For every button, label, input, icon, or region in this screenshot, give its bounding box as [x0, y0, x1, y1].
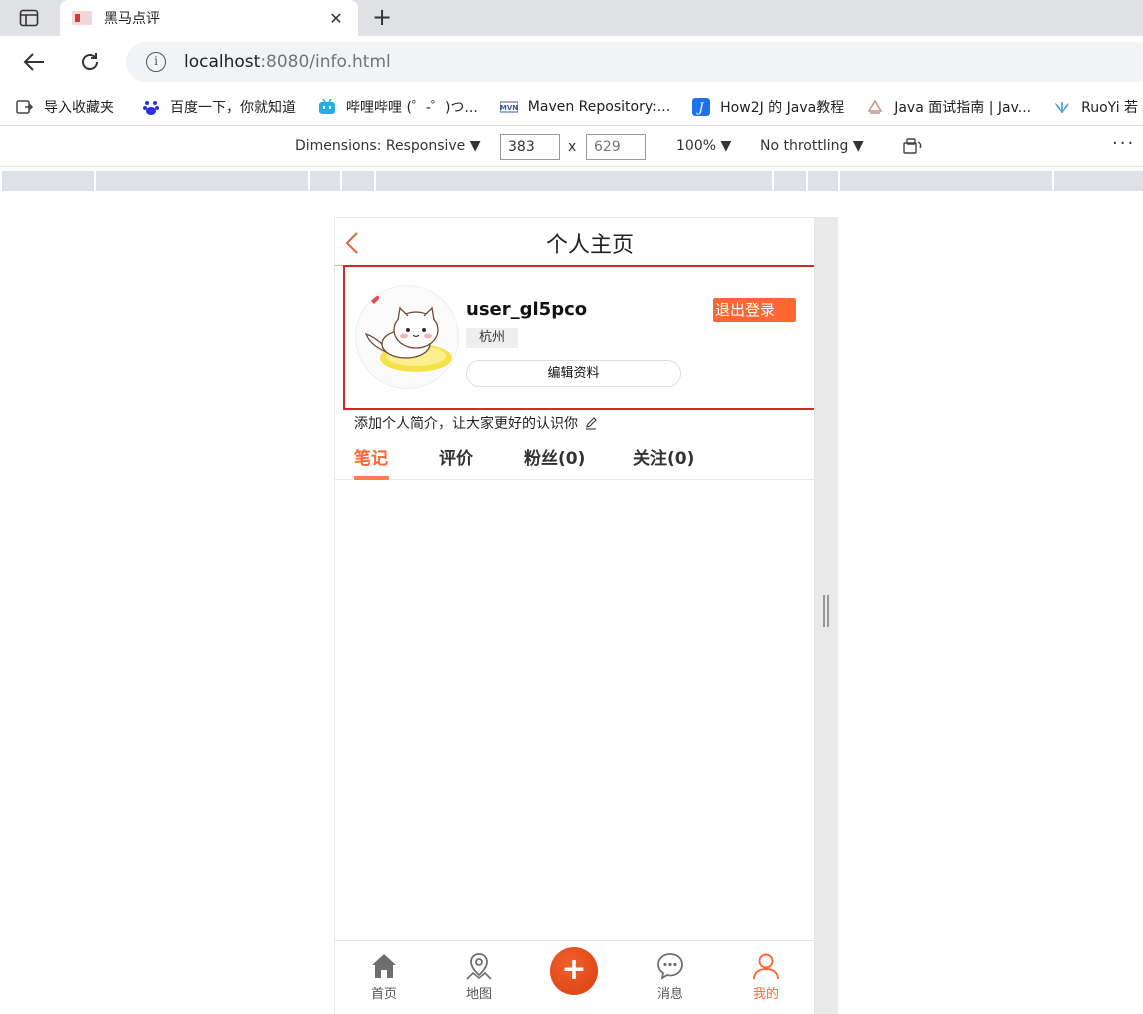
bilibili-icon	[319, 98, 335, 114]
logout-button[interactable]: 退出登录	[713, 298, 796, 322]
maven-icon: MVN	[499, 101, 518, 112]
resize-grip[interactable]	[823, 595, 829, 627]
device-toolbar: Dimensions: Responsive ▼ 383 x 629 100% …	[0, 127, 1143, 167]
home-icon	[372, 954, 396, 978]
bookmark-label: Java 面试指南 | Jav...	[894, 99, 1032, 116]
bookmark-ruoyi[interactable]: RuoYi 若	[1053, 97, 1138, 117]
browser-nav-bar: i localhost:8080/info.html	[0, 36, 1143, 88]
device-resize-handle[interactable]	[815, 217, 838, 1014]
bookmark-label: 哔哩哔哩 (゜-゜)つ...	[346, 99, 478, 116]
ruler-segment[interactable]	[376, 171, 772, 191]
browser-tab-bar: 黑马点评 ✕ +	[0, 0, 1143, 36]
nav-label: 首页	[370, 987, 397, 1002]
bookmark-javaguide[interactable]: Java 面试指南 | Jav...	[866, 97, 1031, 117]
device-height-input[interactable]: 629	[586, 134, 646, 160]
bookmark-label: 百度一下，你就知道	[170, 99, 296, 116]
ruoyi-icon	[1055, 101, 1070, 113]
bookmark-how2j[interactable]: J How2J 的 Java教程	[692, 97, 844, 117]
map-pin-icon	[466, 953, 492, 980]
ruler-segment[interactable]	[1054, 171, 1143, 191]
ruler-segment[interactable]	[774, 171, 806, 191]
more-options-icon[interactable]: ···	[1112, 133, 1135, 154]
page-header: 个人主页	[335, 218, 814, 266]
tab-actions-icon	[19, 9, 39, 27]
bio-prompt[interactable]: 添加个人简介，让大家更好的认识你	[354, 413, 598, 433]
nav-item-home[interactable]: 首页	[356, 951, 412, 1002]
device-viewport: 个人主页 user_gl5pco 杭州 编辑资料 退出登录 添加个人简介，让大家…	[334, 217, 815, 1014]
avatar[interactable]	[355, 285, 459, 389]
bookmark-maven[interactable]: MVN Maven Repository:...	[499, 98, 671, 116]
bookmark-label: How2J 的 Java教程	[720, 99, 845, 116]
chat-icon	[657, 953, 683, 980]
add-post-button[interactable]: +	[550, 947, 598, 995]
site-favicon-icon	[72, 11, 92, 25]
ruler-segment[interactable]	[2, 171, 94, 191]
arrow-left-icon	[23, 53, 44, 71]
url-path: :8080/info.html	[260, 52, 391, 72]
ruler-segment[interactable]	[310, 171, 340, 191]
ruler-segment[interactable]	[808, 171, 838, 191]
back-button[interactable]	[20, 48, 48, 76]
profile-card: user_gl5pco 杭州 编辑资料 退出登录	[343, 265, 814, 410]
javaguide-icon	[867, 99, 883, 114]
nav-item-mine[interactable]: 我的	[738, 951, 794, 1002]
tab-reviews[interactable]: 评价	[439, 444, 473, 469]
bookmark-label: RuoYi 若	[1081, 99, 1139, 116]
dimensions-dropdown[interactable]: Dimensions: Responsive ▼	[295, 138, 481, 154]
browser-tab[interactable]: 黑马点评 ✕	[60, 0, 358, 36]
tab-notes[interactable]: 笔记	[354, 444, 388, 469]
bookmark-label: Maven Repository:...	[527, 98, 671, 115]
site-info-icon[interactable]: i	[146, 52, 166, 72]
reload-button[interactable]	[76, 48, 104, 76]
edit-profile-button[interactable]: 编辑资料	[466, 360, 681, 387]
reload-icon	[82, 53, 98, 70]
address-bar[interactable]: i localhost:8080/info.html	[126, 42, 1143, 82]
pen-edit-icon[interactable]	[584, 416, 598, 430]
bookmark-import[interactable]: 导入收藏夹	[16, 97, 114, 117]
bottom-nav-bar: 首页 地图 + 消息 我的	[335, 940, 814, 1014]
username: user_gl5pco	[466, 299, 588, 320]
zoom-dropdown[interactable]: 100% ▼	[676, 138, 731, 154]
ruler-segment[interactable]	[96, 171, 308, 191]
ruler-segment[interactable]	[342, 171, 374, 191]
svg-text:MVN: MVN	[500, 104, 518, 112]
throttling-dropdown[interactable]: No throttling ▼	[760, 138, 864, 154]
page-title: 个人主页	[545, 233, 634, 258]
bookmark-baidu[interactable]: 百度一下，你就知道	[142, 97, 296, 117]
nav-item-map[interactable]: 地图	[451, 951, 507, 1002]
media-query-ruler	[0, 168, 1143, 192]
city-tag: 杭州	[466, 328, 519, 348]
bio-placeholder-text: 添加个人简介，让大家更好的认识你	[354, 416, 578, 432]
active-tab-indicator	[354, 476, 389, 480]
bookmark-label: 导入收藏夹	[44, 99, 114, 116]
nav-label: 消息	[656, 987, 683, 1002]
tab-close-icon[interactable]: ✕	[326, 9, 346, 28]
baidu-icon	[143, 100, 159, 115]
dimension-separator: x	[568, 139, 577, 155]
nav-label: 我的	[752, 987, 779, 1002]
rotate-device-icon[interactable]	[903, 137, 923, 155]
profile-tabs: 笔记 评价 粉丝(0) 关注(0)	[335, 440, 814, 480]
url-host: localhost	[184, 52, 261, 72]
tab-fans[interactable]: 粉丝(0)	[524, 444, 585, 469]
new-tab-button[interactable]: +	[368, 4, 396, 32]
nav-label: 地图	[465, 987, 492, 1002]
cat-avatar-icon	[364, 295, 452, 372]
nav-item-messages[interactable]: 消息	[642, 951, 698, 1002]
bookmark-bilibili[interactable]: 哔哩哔哩 (゜-゜)つ...	[318, 97, 478, 117]
ruler-segment[interactable]	[840, 171, 1052, 191]
device-width-input[interactable]: 383	[500, 134, 560, 160]
how2j-icon: J	[692, 97, 711, 116]
tab-title: 黑马点评	[104, 11, 160, 27]
user-icon	[753, 953, 779, 980]
import-bookmarks-icon	[16, 99, 34, 114]
tab-actions-button[interactable]	[14, 7, 44, 29]
bookmarks-bar: 导入收藏夹 百度一下，你就知道 哔哩哔哩 (゜-゜)つ... MVN Maven…	[0, 88, 1143, 126]
tab-following[interactable]: 关注(0)	[633, 444, 694, 469]
